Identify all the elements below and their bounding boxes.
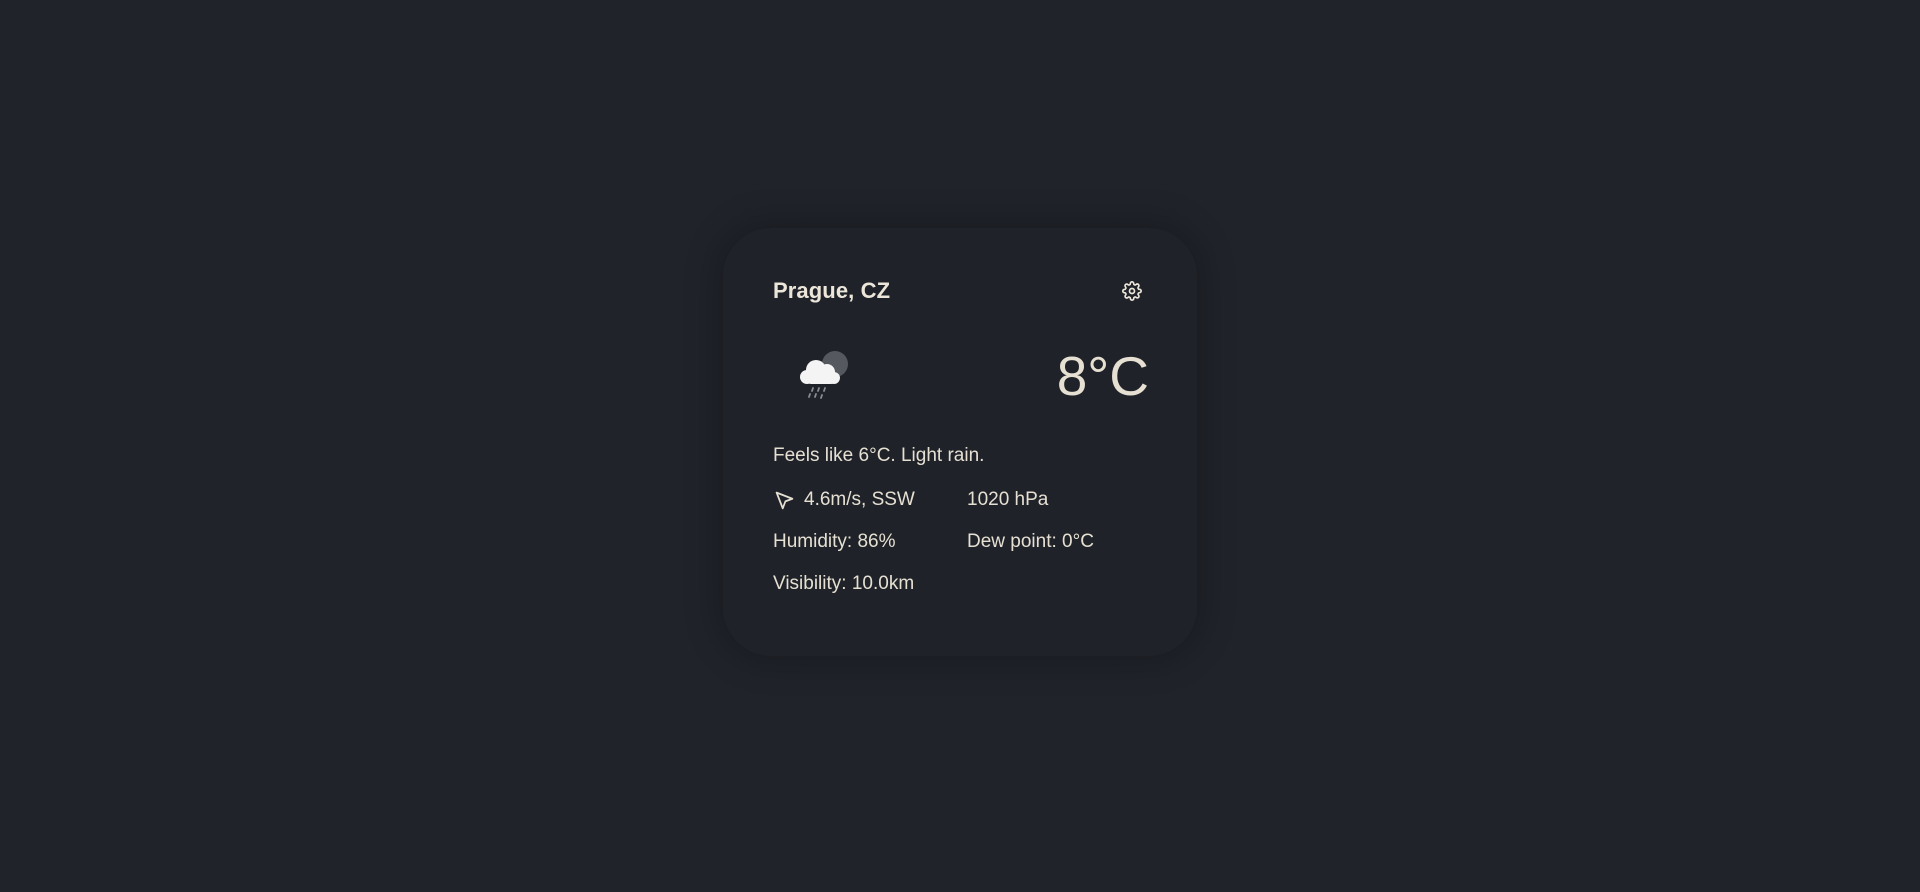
dew-point-detail: Dew point: 0°C bbox=[967, 531, 1147, 553]
humidity-value: Humidity: 86% bbox=[773, 531, 896, 552]
current-temperature: 8°C bbox=[1056, 344, 1149, 407]
widget-header: Prague, CZ bbox=[773, 276, 1147, 306]
details-grid: 4.6m/s, SSW 1020 hPa Humidity: 86% Dew p… bbox=[773, 489, 1147, 595]
wind-direction-arrow-icon bbox=[773, 489, 795, 511]
pressure-value: 1020 hPa bbox=[967, 489, 1049, 510]
humidity-detail: Humidity: 86% bbox=[773, 531, 967, 553]
dew-point-value: Dew point: 0°C bbox=[967, 531, 1094, 552]
location-title: Prague, CZ bbox=[773, 278, 891, 303]
gear-icon[interactable] bbox=[1121, 280, 1143, 302]
weather-widget-card: Prague, CZ 8°C Feels like 6°C. Light rai… bbox=[723, 228, 1197, 656]
wind-detail: 4.6m/s, SSW bbox=[773, 489, 967, 511]
visibility-detail: Visibility: 10.0km bbox=[773, 573, 967, 595]
cloud-rain-moon-icon bbox=[783, 336, 863, 416]
conditions-summary: Feels like 6°C. Light rain. bbox=[773, 445, 985, 466]
current-conditions-row: 8°C bbox=[773, 336, 1149, 416]
visibility-value: Visibility: 10.0km bbox=[773, 573, 915, 594]
pressure-detail: 1020 hPa bbox=[967, 489, 1147, 511]
wind-value: 4.6m/s, SSW bbox=[804, 489, 915, 510]
